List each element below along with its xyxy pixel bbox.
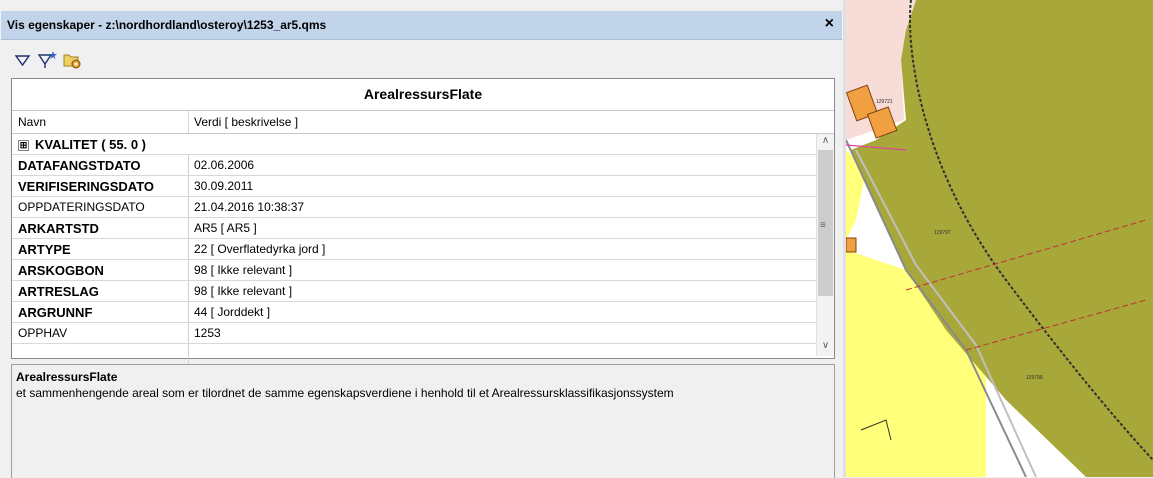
property-value[interactable]: 02.06.2006 xyxy=(194,158,254,172)
table-row[interactable]: ARSKOGBON 98 [ Ikke relevant ] xyxy=(12,260,816,281)
vertical-scrollbar[interactable]: ∧ ≡ ∨ xyxy=(816,134,834,356)
cell-divider xyxy=(188,344,189,364)
filter-star-icon[interactable] xyxy=(36,49,58,71)
table-row[interactable]: ARTYPE 22 [ Overflatedyrka jord ] xyxy=(12,239,816,260)
properties-panel: Vis egenskaper - z:\nordhordland\osteroy… xyxy=(0,0,843,478)
cell-divider xyxy=(188,239,189,259)
table-row[interactable]: ARGRUNNF 44 [ Jorddekt ] xyxy=(12,302,816,323)
property-value[interactable]: 98 [ Ikke relevant ] xyxy=(194,263,292,277)
cell-divider xyxy=(188,197,189,217)
close-icon[interactable]: × xyxy=(825,15,834,33)
property-value[interactable]: 21.04.2016 10:38:37 xyxy=(194,200,304,214)
property-value[interactable]: 44 [ Jorddekt ] xyxy=(194,305,270,319)
property-name: VERIFISERINGSDATO xyxy=(18,179,155,194)
property-value[interactable]: AR5 [ AR5 ] xyxy=(194,221,257,235)
cell-divider xyxy=(188,155,189,175)
table-row[interactable]: ARTRESLAG 98 [ Ikke relevant ] xyxy=(12,281,816,302)
cell-divider xyxy=(188,218,189,238)
description-title: ArealressursFlate xyxy=(16,370,118,384)
scroll-down-icon[interactable]: ∨ xyxy=(817,340,834,356)
cell-divider xyxy=(188,281,189,301)
map-label-1: 129721 xyxy=(876,99,893,105)
table-row[interactable]: OPPHAV 1253 xyxy=(12,323,816,344)
property-value[interactable]: 98 [ Ikke relevant ] xyxy=(194,284,292,298)
map-canvas[interactable]: 129721 129797 129798 xyxy=(846,0,1153,477)
scroll-up-icon[interactable]: ∧ xyxy=(817,135,834,151)
table-row[interactable] xyxy=(12,344,816,365)
cell-divider xyxy=(188,260,189,280)
table-row[interactable]: DATAFANGSTDATO 02.06.2006 xyxy=(12,155,816,176)
property-value[interactable]: 1253 xyxy=(194,326,221,340)
building-3 xyxy=(846,237,857,253)
cell-divider xyxy=(188,323,189,343)
description-text: et sammenhengende areal som er tilordnet… xyxy=(16,386,674,400)
table-row[interactable]: ARKARTSTD AR5 [ AR5 ] xyxy=(12,218,816,239)
column-name-header[interactable]: Navn xyxy=(18,115,46,129)
grid-header: ArealressursFlate xyxy=(12,79,834,111)
cell-divider xyxy=(188,302,189,322)
property-rows: ⊞ KVALITET ( 55. 0 ) DATAFANGSTDATO 02.06.… xyxy=(12,134,816,365)
scroll-grip-icon: ≡ xyxy=(820,220,826,231)
filter-icon[interactable] xyxy=(12,49,34,71)
expand-icon[interactable]: ⊞ xyxy=(18,140,29,152)
column-value-header[interactable]: Verdi [ beskrivelse ] xyxy=(194,115,298,129)
title-bar: Vis egenskaper - z:\nordhordland\osteroy… xyxy=(1,11,842,40)
property-grid: ArealressursFlate Navn Verdi [ beskrivel… xyxy=(11,78,835,365)
property-name: ARGRUNNF xyxy=(18,305,93,320)
property-name: DATAFANGSTDATO xyxy=(18,158,141,173)
property-name: ARTRESLAG xyxy=(18,284,99,299)
property-name: OPPDATERINGSDATO xyxy=(18,200,145,214)
window-title: Vis egenskaper - z:\nordhordland\osteroy… xyxy=(7,18,327,32)
map-view[interactable]: 129721 129797 129798 xyxy=(846,0,1153,477)
map-label-2: 129797 xyxy=(934,230,951,236)
group-label: KVALITET ( 55. 0 ) xyxy=(35,137,146,152)
property-name: OPPHAV xyxy=(18,326,68,340)
property-name: ARKARTSTD xyxy=(18,221,99,236)
table-row[interactable]: VERIFISERINGSDATO 30.09.2011 xyxy=(12,176,816,197)
property-name: ARTYPE xyxy=(18,242,71,257)
map-label-3: 129798 xyxy=(1026,375,1043,381)
property-value[interactable]: 30.09.2011 xyxy=(194,179,253,193)
column-headers: Navn Verdi [ beskrivelse ] xyxy=(12,111,834,134)
property-value[interactable]: 22 [ Overflatedyrka jord ] xyxy=(194,242,325,256)
property-name: ARSKOGBON xyxy=(18,263,104,278)
table-row[interactable]: OPPDATERINGSDATO 21.04.2016 10:38:37 xyxy=(12,197,816,218)
settings-folder-icon[interactable] xyxy=(61,49,83,71)
cell-divider xyxy=(188,176,189,196)
column-divider[interactable] xyxy=(188,111,189,133)
description-pane: ArealressursFlate et sammenhengende area… xyxy=(11,364,835,478)
group-row-kvalitet[interactable]: ⊞ KVALITET ( 55. 0 ) xyxy=(12,134,816,155)
